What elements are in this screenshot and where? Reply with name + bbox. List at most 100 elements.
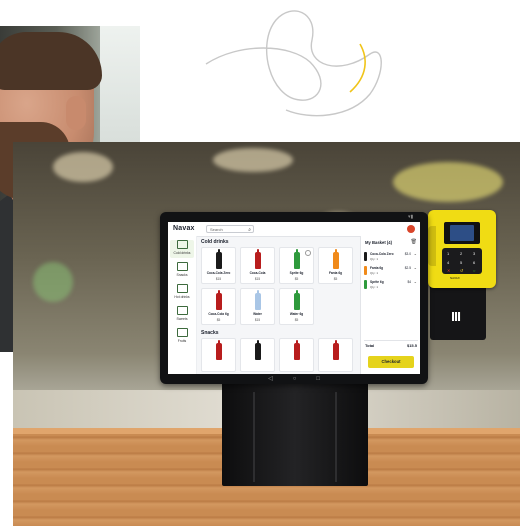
product-card[interactable] — [201, 338, 236, 372]
home-icon[interactable]: ○ — [293, 375, 297, 384]
product-card[interactable]: Coca-Cola 6g $5 — [201, 288, 236, 325]
stand-seam — [253, 392, 255, 482]
recents-icon[interactable]: □ — [316, 375, 320, 384]
product-card[interactable]: Water 6g $5 — [279, 288, 314, 325]
cancel-key[interactable]: ✕ — [447, 268, 450, 273]
sidebar-item-fruits[interactable]: Fruits — [170, 328, 194, 346]
clear-key[interactable]: ↺ — [460, 268, 463, 273]
basket-title: My Basket (4) — [365, 240, 392, 245]
basket-item-qty: Qty: 1 — [370, 271, 379, 275]
hair — [0, 32, 102, 90]
product-card[interactable]: Fanta 6g $5 — [318, 247, 353, 284]
key-1[interactable]: 1 — [447, 251, 449, 256]
info-icon[interactable] — [305, 250, 311, 256]
section-title: Cold drinks — [201, 239, 229, 245]
sidebar-item-label: Fruits — [177, 339, 187, 343]
key-2[interactable]: 2 — [460, 251, 462, 256]
checkout-button[interactable]: Checkout — [368, 356, 414, 368]
pos-stand — [222, 380, 368, 486]
light-blur — [393, 162, 503, 202]
bottle-icon — [255, 249, 261, 269]
trash-icon[interactable]: 🗑 — [411, 239, 417, 245]
sidebar-item-cold-drinks[interactable]: Cold drinks — [170, 240, 194, 258]
category-sidebar: Cold drinks Snacks Hot drinks Sweets Fru… — [168, 236, 197, 374]
pos-tablet: ▾▮ Navax Search ⌕ Cold drinks Snacks Hot… — [160, 212, 428, 384]
basket-item-name: Fanta 6g — [370, 266, 384, 270]
product-name: Coca-Cola 6g — [208, 312, 229, 316]
product-card[interactable] — [318, 338, 353, 372]
basket-item[interactable]: Sprite 6g Qty: 1 $4 ⌄ — [364, 279, 418, 292]
sidebar-item-sweets[interactable]: Sweets — [170, 306, 194, 324]
search-input[interactable]: Search ⌕ — [206, 225, 254, 233]
bottle-icon — [216, 290, 222, 310]
search-icon[interactable]: ⌕ — [248, 226, 251, 234]
pos-screen: Navax Search ⌕ Cold drinks Snacks Hot dr… — [168, 222, 420, 374]
sidebar-item-snacks[interactable]: Snacks — [170, 262, 194, 280]
chevron-down-icon[interactable]: ⌄ — [414, 279, 417, 284]
avatar[interactable] — [407, 225, 415, 233]
stand-seam — [335, 392, 337, 482]
bottle-icon — [294, 249, 300, 269]
fruit-icon — [176, 328, 188, 337]
card-reader: 1 2 3 4 5 6 ✕ ↺ ○ NAVAX — [428, 210, 496, 288]
android-navbar: ◁ ○ □ — [160, 375, 428, 384]
bottle-icon — [255, 290, 261, 310]
sidebar-item-label: Cold drinks — [173, 251, 191, 255]
product-price: $5 — [294, 277, 299, 281]
search-placeholder: Search — [210, 227, 223, 232]
reader-display — [450, 225, 474, 241]
bottle-icon — [364, 280, 367, 289]
sidebar-item-hot-drinks[interactable]: Hot drinks — [170, 284, 194, 302]
bottle-icon — [333, 249, 339, 269]
basket-item[interactable]: Fanta 6g Qty: 1 $2.5 ⌄ — [364, 265, 418, 278]
status-icons: ▾▮ — [408, 214, 414, 220]
product-price: $5 — [216, 318, 221, 322]
basket-item-price: $2.5 — [404, 266, 411, 270]
bottle-icon — [364, 252, 367, 261]
product-card[interactable] — [240, 338, 275, 372]
app-logo: Navax — [173, 225, 195, 232]
total-label: Total — [365, 343, 375, 348]
product-price: $15 — [254, 318, 261, 322]
sidebar-item-label: Snacks — [176, 273, 188, 277]
basket-item-name: Sprite 6g — [370, 280, 384, 284]
light-blur — [33, 262, 73, 302]
basket-item[interactable]: Coca-Cola Zero Qty: 1 $3.0 ⌄ — [364, 251, 418, 264]
basket-item-price: $3.0 — [404, 252, 411, 256]
product-card[interactable]: Coca-Cola $15 — [240, 247, 275, 284]
key-6[interactable]: 6 — [473, 260, 475, 265]
bottle-icon — [333, 340, 339, 360]
bottle-icon — [294, 290, 300, 310]
app-header: Navax Search ⌕ — [168, 222, 420, 237]
key-3[interactable]: 3 — [473, 251, 475, 256]
reader-screen — [444, 222, 480, 244]
bottle-icon — [176, 240, 188, 249]
product-name: Water — [253, 312, 262, 316]
product-name: Sprite 6g — [289, 271, 304, 275]
divider — [364, 340, 418, 341]
product-card[interactable] — [279, 338, 314, 372]
chevron-down-icon[interactable]: ⌄ — [414, 251, 417, 256]
reader-keypad[interactable]: 1 2 3 4 5 6 ✕ ↺ ○ — [442, 248, 482, 274]
basket-panel: My Basket (4) 🗑 Coca-Cola Zero Qty: 1 $3… — [360, 236, 420, 374]
product-name: Fanta 6g — [328, 271, 343, 275]
bottle-icon — [216, 340, 222, 360]
back-icon[interactable]: ◁ — [268, 375, 273, 384]
product-name: Coca-Cola Zero — [206, 271, 231, 275]
product-card[interactable]: Coca-Cola Zero $15 — [201, 247, 236, 284]
chevron-down-icon[interactable]: ⌄ — [414, 265, 417, 270]
ear — [66, 96, 86, 130]
snack-icon — [176, 262, 188, 271]
basket-item-price: $4 — [407, 280, 411, 284]
sidebar-item-label: Hot drinks — [174, 295, 190, 299]
candy-icon — [176, 306, 188, 315]
product-card[interactable]: Sprite 6g $5 — [279, 247, 314, 284]
key-4[interactable]: 4 — [447, 260, 449, 265]
key-5[interactable]: 5 — [460, 260, 462, 265]
ok-key[interactable]: ○ — [473, 268, 475, 273]
product-price: $15 — [215, 277, 222, 281]
product-price: $5 — [294, 318, 299, 322]
light-blur — [213, 148, 293, 172]
product-card[interactable]: Water $15 — [240, 288, 275, 325]
product-area: Cold drinks Coca-Cola Zero $15 Coca-Cola… — [198, 236, 358, 374]
